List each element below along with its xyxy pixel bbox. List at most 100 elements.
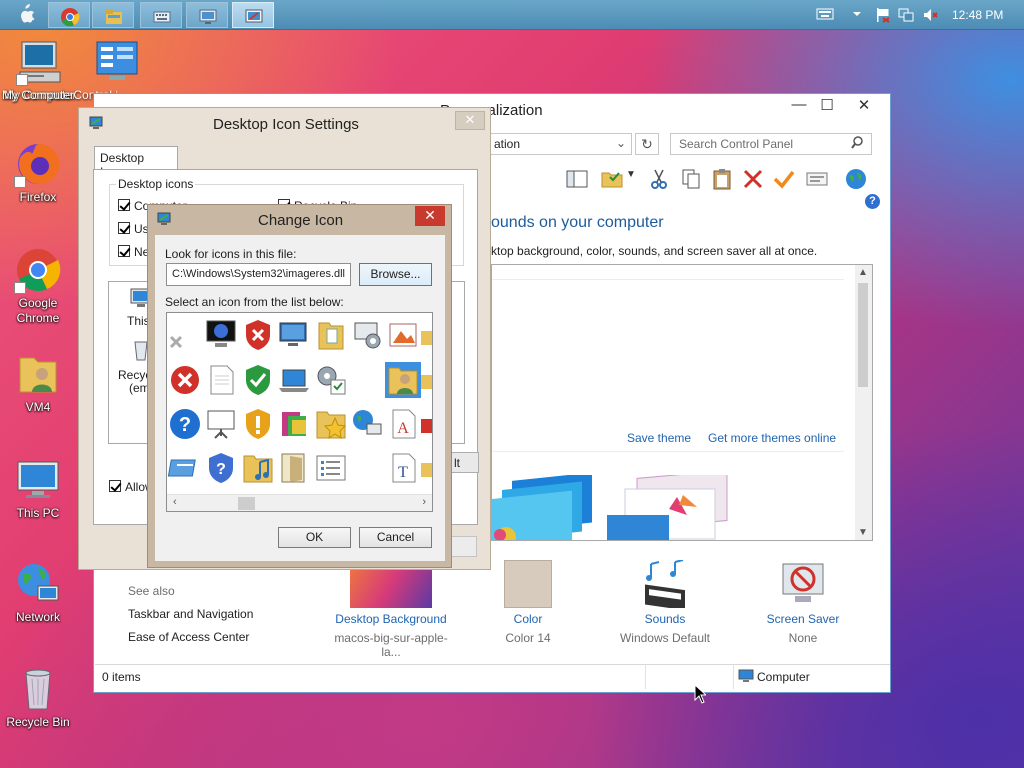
minimize-button[interactable]: —: [786, 96, 812, 118]
properties-icon[interactable]: [805, 167, 829, 191]
shield-question-icon[interactable]: ?: [203, 450, 239, 486]
icon-grid[interactable]: ? A ? T ‹ ›: [166, 312, 433, 512]
desktop-icon-vm4[interactable]: VM4: [0, 350, 76, 415]
desktop-icon-control-panel[interactable]: [79, 38, 155, 86]
tab-desktop-icons[interactable]: Desktop Icons: [94, 146, 178, 179]
gray-x-icon[interactable]: [167, 323, 203, 359]
clock[interactable]: 12:48 PM: [952, 8, 1003, 22]
taskbar-remote-button[interactable]: [186, 2, 228, 28]
partial-icon[interactable]: [421, 329, 432, 365]
shield-x-icon[interactable]: [240, 317, 276, 353]
browse-button[interactable]: Browse...: [359, 263, 432, 286]
save-theme-link[interactable]: Save theme: [627, 431, 691, 445]
help-question-icon[interactable]: ?: [167, 406, 203, 442]
font-type-icon[interactable]: T: [385, 450, 421, 486]
settings-computer-icon[interactable]: [349, 317, 385, 353]
favorites-folder-icon[interactable]: [313, 406, 349, 442]
allow-themes-checkbox[interactable]: [109, 480, 121, 492]
taskbar-keyboard-button[interactable]: [140, 2, 182, 28]
help-icon[interactable]: ?: [865, 194, 880, 209]
preview-pane-icon[interactable]: [565, 167, 589, 191]
volume-muted-icon[interactable]: [922, 7, 938, 26]
desktop-background-item[interactable]: Desktop Background macos-big-sur-apple-l…: [326, 560, 456, 659]
desktop-icon-this-pc[interactable]: This PC: [0, 456, 76, 521]
refresh-icon[interactable]: ↻: [635, 133, 659, 155]
flag-icon[interactable]: [875, 7, 891, 26]
network-globe-icon[interactable]: [349, 406, 385, 442]
font-file-icon[interactable]: A: [385, 406, 421, 442]
user-folder-icon-selected[interactable]: [385, 362, 421, 398]
computer-checkbox[interactable]: [118, 199, 130, 211]
desktop-icon-recycle-bin[interactable]: Recycle Bin: [0, 665, 76, 730]
ease-of-access-link[interactable]: Ease of Access Center: [128, 630, 249, 644]
network-icon[interactable]: [898, 7, 914, 26]
theme-thumbnail[interactable]: [607, 469, 737, 540]
network-computer-icon[interactable]: [276, 317, 312, 353]
partial-icon[interactable]: [421, 417, 432, 453]
icon-file-path-input[interactable]: C:\Windows\System32\imageres.dll: [166, 263, 351, 286]
close-button[interactable]: ✕: [415, 206, 445, 226]
desktop-icon-firefox[interactable]: Firefox: [0, 140, 76, 205]
apple-menu-icon[interactable]: [10, 3, 40, 27]
list-document-icon[interactable]: [313, 450, 349, 486]
theme-thumbnail[interactable]: [492, 472, 602, 540]
taskbar-navigation-link[interactable]: Taskbar and Navigation: [128, 607, 253, 621]
maximize-button[interactable]: ☐: [814, 96, 840, 118]
picture-icon[interactable]: [385, 317, 421, 353]
theme-list[interactable]: Save theme Get more themes online ▲ ▼: [491, 264, 873, 541]
network-checkbox[interactable]: [118, 245, 130, 257]
door-folder-icon[interactable]: [276, 450, 312, 486]
search-icon[interactable]: [851, 136, 863, 153]
desktop-icon-google-chrome[interactable]: Google Chrome: [0, 246, 76, 326]
cut-icon[interactable]: [647, 167, 671, 191]
taskbar-personalization-button[interactable]: [232, 2, 274, 28]
media-stack-icon[interactable]: [276, 406, 312, 442]
chevron-down-icon[interactable]: ▼: [626, 169, 636, 180]
apply-button[interactable]: [451, 536, 477, 557]
shield-check-icon[interactable]: [240, 362, 276, 398]
taskbar-chrome-button[interactable]: [48, 2, 90, 28]
scroll-thumb[interactable]: [238, 497, 255, 510]
error-x-icon[interactable]: [167, 362, 203, 398]
checkmark-icon[interactable]: [772, 167, 796, 191]
delete-icon[interactable]: [741, 167, 765, 191]
projector-screen-icon[interactable]: [203, 406, 239, 442]
gear-checklist-icon[interactable]: [313, 362, 349, 398]
get-more-themes-link[interactable]: Get more themes online: [708, 431, 836, 445]
scroll-thumb[interactable]: [858, 283, 868, 387]
screen-saver-item[interactable]: Screen Saver None: [738, 560, 868, 645]
blank-document-icon[interactable]: [203, 362, 239, 398]
folder-doc-icon[interactable]: [313, 317, 349, 353]
keyboard-icon[interactable]: [816, 7, 834, 24]
desktop-icon-network[interactable]: Network: [0, 560, 76, 625]
color-item[interactable]: Color Color 14: [463, 560, 593, 645]
chevron-down-icon[interactable]: ⌄: [616, 136, 626, 150]
close-button[interactable]: ✕: [455, 111, 485, 130]
close-button[interactable]: ✕: [842, 96, 886, 118]
vertical-scrollbar[interactable]: ▲ ▼: [855, 265, 872, 540]
scroll-left-arrow[interactable]: ‹: [173, 496, 177, 508]
ok-button[interactable]: OK: [278, 527, 351, 548]
shield-warning-icon[interactable]: [240, 406, 276, 442]
blue-card-icon[interactable]: [167, 450, 203, 486]
sounds-item[interactable]: Sounds Windows Default: [600, 559, 730, 645]
chevron-up-icon[interactable]: [851, 7, 863, 24]
address-bar[interactable]: ation ⌄: [489, 133, 632, 155]
laptop-icon[interactable]: [276, 362, 312, 398]
scroll-right-arrow[interactable]: ›: [422, 496, 426, 508]
monitor-blue-icon[interactable]: [203, 317, 239, 353]
restore-default-button[interactable]: lt: [449, 452, 479, 473]
scroll-down-arrow[interactable]: ▼: [858, 527, 868, 538]
users-files-checkbox[interactable]: [118, 222, 130, 234]
search-input[interactable]: Search Control Panel: [670, 133, 872, 155]
scroll-up-arrow[interactable]: ▲: [858, 267, 868, 278]
partial-icon[interactable]: [421, 461, 432, 497]
globe-icon[interactable]: [844, 167, 868, 191]
horizontal-scrollbar[interactable]: ‹ ›: [167, 494, 432, 511]
folder-options-icon[interactable]: [600, 167, 624, 191]
paste-icon[interactable]: [710, 167, 734, 191]
copy-icon[interactable]: [679, 167, 703, 191]
cancel-button[interactable]: Cancel: [359, 527, 432, 548]
music-folder-icon[interactable]: [240, 450, 276, 486]
taskbar-explorer-button[interactable]: [92, 2, 134, 28]
